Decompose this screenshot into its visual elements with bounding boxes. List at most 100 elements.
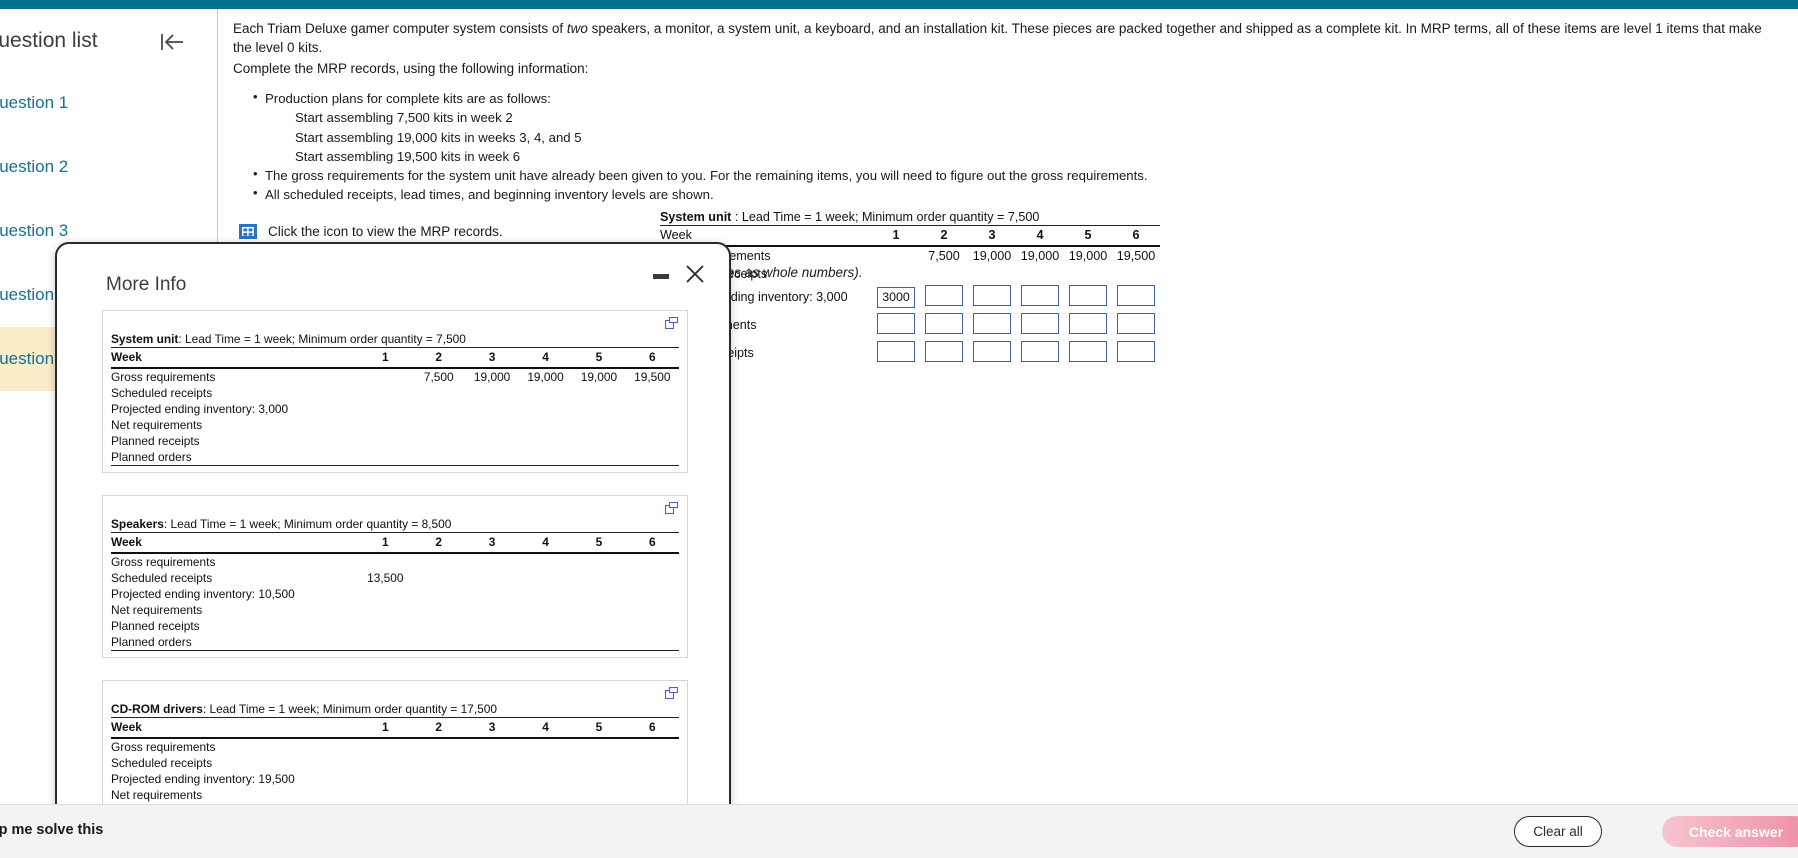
input-net-week-3[interactable] <box>973 313 1011 334</box>
mrp-header-week-4: 4 <box>542 350 549 364</box>
mrp-cell <box>626 385 679 401</box>
mrp-record-inner: Speakers: Lead Time = 1 week; Minimum or… <box>111 517 679 651</box>
mrp-header-week-3: 3 <box>488 350 496 364</box>
footer-bar: Help me solve this Clear all Check answe… <box>0 804 1798 858</box>
system-unit-answer-table: System unit : Lead Time = 1 week; Minimu… <box>660 210 1160 367</box>
mrp-cell <box>626 602 679 618</box>
input-planned-receipts-week-2[interactable] <box>925 341 963 362</box>
input-pei-week-2[interactable] <box>925 285 963 306</box>
mrp-cell <box>412 738 465 755</box>
minimize-icon[interactable] <box>653 274 669 279</box>
mrp-table-system-unit: Week 1 2 3 4 5 6 Gross requirements 7,50… <box>111 348 679 466</box>
table-row: Net requirements <box>111 602 679 618</box>
mrp-row-label: Planned orders <box>111 450 192 464</box>
mrp-row-label: Gross requirements <box>111 555 216 569</box>
mrp-caption-rest: : Lead Time = 1 week; Minimum order quan… <box>178 332 466 346</box>
bullet-gross-requirements: The gross requirements for the system un… <box>253 165 1784 185</box>
table-row: Planned orders <box>111 449 679 466</box>
input-pei-week-5[interactable] <box>1069 285 1107 306</box>
check-answer-button[interactable]: Check answer <box>1662 816 1798 847</box>
mrp-cell <box>412 618 465 634</box>
mrp-header-week-label: Week <box>111 350 142 364</box>
mrp-header-week-label: Week <box>111 720 142 734</box>
input-planned-receipts-week-3[interactable] <box>973 341 1011 362</box>
mrp-header-row: Week 1 2 3 4 5 6 <box>111 718 679 738</box>
mrp-row-label: Planned orders <box>111 635 192 649</box>
close-icon[interactable] <box>683 262 707 286</box>
cell-net-w5 <box>1064 311 1112 339</box>
mrp-cell <box>519 618 572 634</box>
cell-gross-w6: 19,500 <box>1116 249 1156 263</box>
mrp-cell <box>465 401 518 417</box>
production-line-1: Start assembling 7,500 kits in week 2 <box>295 110 513 126</box>
mrp-item-name: Speakers <box>111 517 164 531</box>
mrp-header-week-3: 3 <box>488 720 496 734</box>
mrp-cell <box>626 755 679 771</box>
input-net-week-1[interactable] <box>877 313 915 334</box>
mrp-cell <box>519 771 572 787</box>
mrp-cell <box>519 787 572 803</box>
answer-mrp-table: Week 1 2 3 4 5 6 Gross requirements 7,50… <box>660 226 1160 367</box>
sidebar-item-question-2[interactable]: Question 2 <box>0 135 217 199</box>
mrp-row-label: Gross requirements <box>111 370 216 384</box>
cell-plrec-w1 <box>872 339 920 367</box>
input-planned-receipts-week-4[interactable] <box>1021 341 1059 362</box>
input-pei-week-1[interactable]: 3000 <box>877 286 915 308</box>
table-row: Gross requirements 7,500 19,000 19,000 1… <box>111 368 679 385</box>
mrp-cell <box>359 771 412 787</box>
copy-icon[interactable] <box>664 316 679 330</box>
mrp-row-label: Scheduled receipts <box>111 571 213 585</box>
mrp-header-week-6: 6 <box>648 350 656 364</box>
sidebar-item-question-1[interactable]: Question 1 <box>0 71 217 135</box>
table-row: Gross requirements <box>111 738 679 755</box>
mrp-cell <box>465 771 518 787</box>
mrp-cell: 7,500 <box>423 370 454 384</box>
input-pei-week-3[interactable] <box>973 285 1011 306</box>
cell-plrec-w5 <box>1064 339 1112 367</box>
mrp-record-card-speakers: Speakers: Lead Time = 1 week; Minimum or… <box>102 495 688 658</box>
copy-icon[interactable] <box>664 501 679 515</box>
problem-para-1: Each Triam Deluxe gamer computer system … <box>233 19 1784 57</box>
input-planned-receipts-week-1[interactable] <box>877 341 915 362</box>
mrp-cell <box>412 771 465 787</box>
mrp-item-name: CD-ROM drivers <box>111 702 203 716</box>
answer-table-item-name: System unit <box>660 210 732 224</box>
mrp-cell <box>465 417 518 433</box>
more-info-dialog-header: More Info <box>57 244 729 310</box>
mrp-cell <box>572 787 625 803</box>
mrp-row-label: Scheduled receipts <box>111 386 213 400</box>
help-me-solve-this-link[interactable]: Help me solve this <box>0 822 103 838</box>
mrp-cell <box>626 618 679 634</box>
mrp-cell <box>572 385 625 401</box>
mrp-row-label: Gross requirements <box>111 740 216 754</box>
mrp-header-week-label: Week <box>111 535 142 549</box>
mrp-cell <box>465 553 518 570</box>
mrp-cell <box>412 449 465 466</box>
mrp-cell <box>465 570 518 586</box>
mrp-cell <box>412 787 465 803</box>
input-planned-receipts-week-6[interactable] <box>1117 341 1155 362</box>
input-net-week-6[interactable] <box>1117 313 1155 334</box>
mrp-header-week-5: 5 <box>595 350 603 364</box>
grid-table-icon[interactable] <box>239 223 257 239</box>
mrp-cell <box>626 586 679 602</box>
table-row: Gross requirements 7,500 19,000 19,000 1… <box>660 246 1160 265</box>
mrp-cell <box>519 553 572 570</box>
input-pei-week-6[interactable] <box>1117 285 1155 306</box>
input-pei-week-4[interactable] <box>1021 285 1059 306</box>
mrp-records-link-label: Click the icon to view the MRP records. <box>268 223 503 239</box>
input-net-week-2[interactable] <box>925 313 963 334</box>
table-row: Net requirements <box>660 311 1160 339</box>
mrp-header-week-3: 3 <box>488 535 496 549</box>
mrp-cell <box>359 618 412 634</box>
clear-all-button[interactable]: Clear all <box>1514 816 1602 847</box>
collapse-panel-icon[interactable] <box>159 31 185 53</box>
input-net-week-5[interactable] <box>1069 313 1107 334</box>
mrp-cell <box>359 433 412 449</box>
input-planned-receipts-week-5[interactable] <box>1069 341 1107 362</box>
mrp-cell <box>465 787 518 803</box>
input-net-week-4[interactable] <box>1021 313 1059 334</box>
mrp-record-inner: System unit: Lead Time = 1 week; Minimum… <box>111 332 679 466</box>
mrp-caption-rest: : Lead Time = 1 week; Minimum order quan… <box>163 517 452 531</box>
copy-icon[interactable] <box>664 686 679 700</box>
